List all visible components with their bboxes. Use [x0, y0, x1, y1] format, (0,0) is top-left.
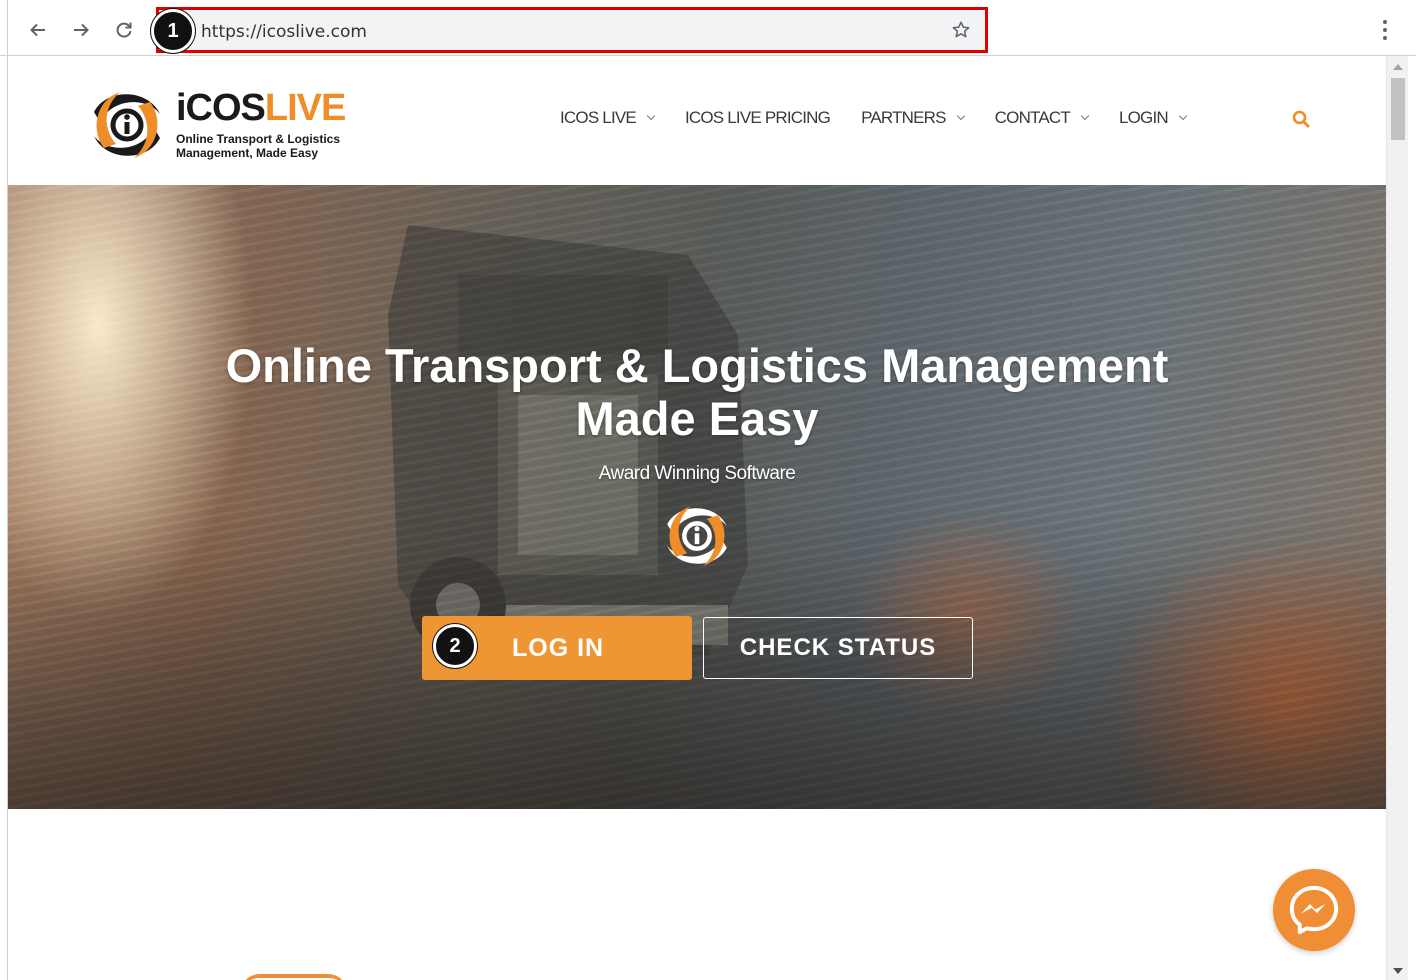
step-marker-1: 1	[151, 9, 195, 53]
logo-tagline-line2: Management, Made Easy	[176, 146, 319, 160]
nav-item-login[interactable]: LOGIN	[1118, 108, 1188, 128]
hero-title-line1: Online Transport & Logistics Management	[225, 339, 1169, 392]
nav-item-partners[interactable]: PARTNERS	[861, 108, 965, 128]
logo-word-orange: LIVE	[264, 87, 346, 129]
icoslive-logo-icon	[94, 92, 160, 158]
nav-item-label: PARTNERS	[861, 108, 946, 127]
url-text[interactable]: https://icoslive.com	[201, 22, 367, 42]
chevron-down-icon	[1178, 111, 1188, 121]
logo-tagline: Online Transport & Logistics Management,…	[176, 132, 340, 160]
messenger-chat-button[interactable]	[1273, 869, 1355, 951]
logo-wordmark: iCOSLIVE	[176, 87, 346, 129]
window-frame-edge	[7, 0, 8, 980]
kebab-menu-icon[interactable]	[1382, 20, 1388, 42]
address-bar[interactable]: https://icoslive.com	[156, 7, 988, 53]
nav-item-label: ICOS LIVE PRICING	[684, 108, 831, 127]
chevron-down-icon	[956, 111, 965, 121]
star-icon[interactable]	[951, 20, 971, 40]
logo-word-dark: iCOS	[176, 87, 266, 129]
icoslive-emblem-icon	[667, 506, 727, 566]
nav-item-label: LOGIN	[1118, 108, 1169, 127]
nav-item-icos-live-pricing[interactable]: ICOS LIVE PRICING	[684, 108, 831, 128]
hero-subtitle: Award Winning Software	[598, 463, 796, 484]
arrow-right-icon	[74, 23, 89, 37]
main-nav: ICOS LIVE ICOS LIVE PRICING PARTNERS CON…	[560, 108, 1217, 128]
page-viewport: iCOSLIVE Online Transport & Logistics Ma…	[8, 56, 1386, 980]
hero-banner: Online Transport & Logistics Management …	[8, 185, 1386, 809]
browser-toolbar: https://icoslive.com	[0, 0, 1416, 56]
messenger-icon	[1289, 885, 1339, 935]
motion-blur-overlay	[8, 185, 1386, 809]
hero-title-line2: Made Easy	[575, 392, 819, 445]
forward-button[interactable]	[67, 16, 95, 44]
scroll-down-arrow-icon[interactable]	[1393, 968, 1403, 974]
logo-tagline-line1: Online Transport & Logistics	[176, 132, 341, 146]
back-button[interactable]	[24, 16, 52, 44]
reload-button[interactable]	[110, 16, 138, 44]
chevron-down-icon	[646, 111, 656, 121]
step-marker-2: 2	[433, 624, 477, 668]
nav-item-contact[interactable]: CONTACT	[994, 108, 1090, 128]
site-logo[interactable]: iCOSLIVE Online Transport & Logistics Ma…	[86, 84, 356, 166]
nav-item-label: CONTACT	[994, 108, 1071, 127]
arrow-left-icon	[30, 23, 45, 37]
hero-title: Online Transport & Logistics Management …	[8, 339, 1386, 445]
check-status-button[interactable]: CHECK STATUS	[703, 617, 973, 679]
search-icon[interactable]	[1291, 109, 1311, 129]
vertical-scrollbar[interactable]	[1386, 56, 1408, 980]
chevron-down-icon	[1080, 111, 1090, 121]
site-header: iCOSLIVE Online Transport & Logistics Ma…	[8, 56, 1386, 185]
nav-item-label: ICOS LIVE	[560, 108, 637, 127]
scroll-up-arrow-icon[interactable]	[1393, 64, 1403, 70]
section-icon-peek	[240, 974, 348, 980]
nav-item-icos-live[interactable]: ICOS LIVE	[560, 108, 656, 128]
scroll-thumb[interactable]	[1391, 78, 1405, 140]
reload-icon	[116, 22, 132, 38]
